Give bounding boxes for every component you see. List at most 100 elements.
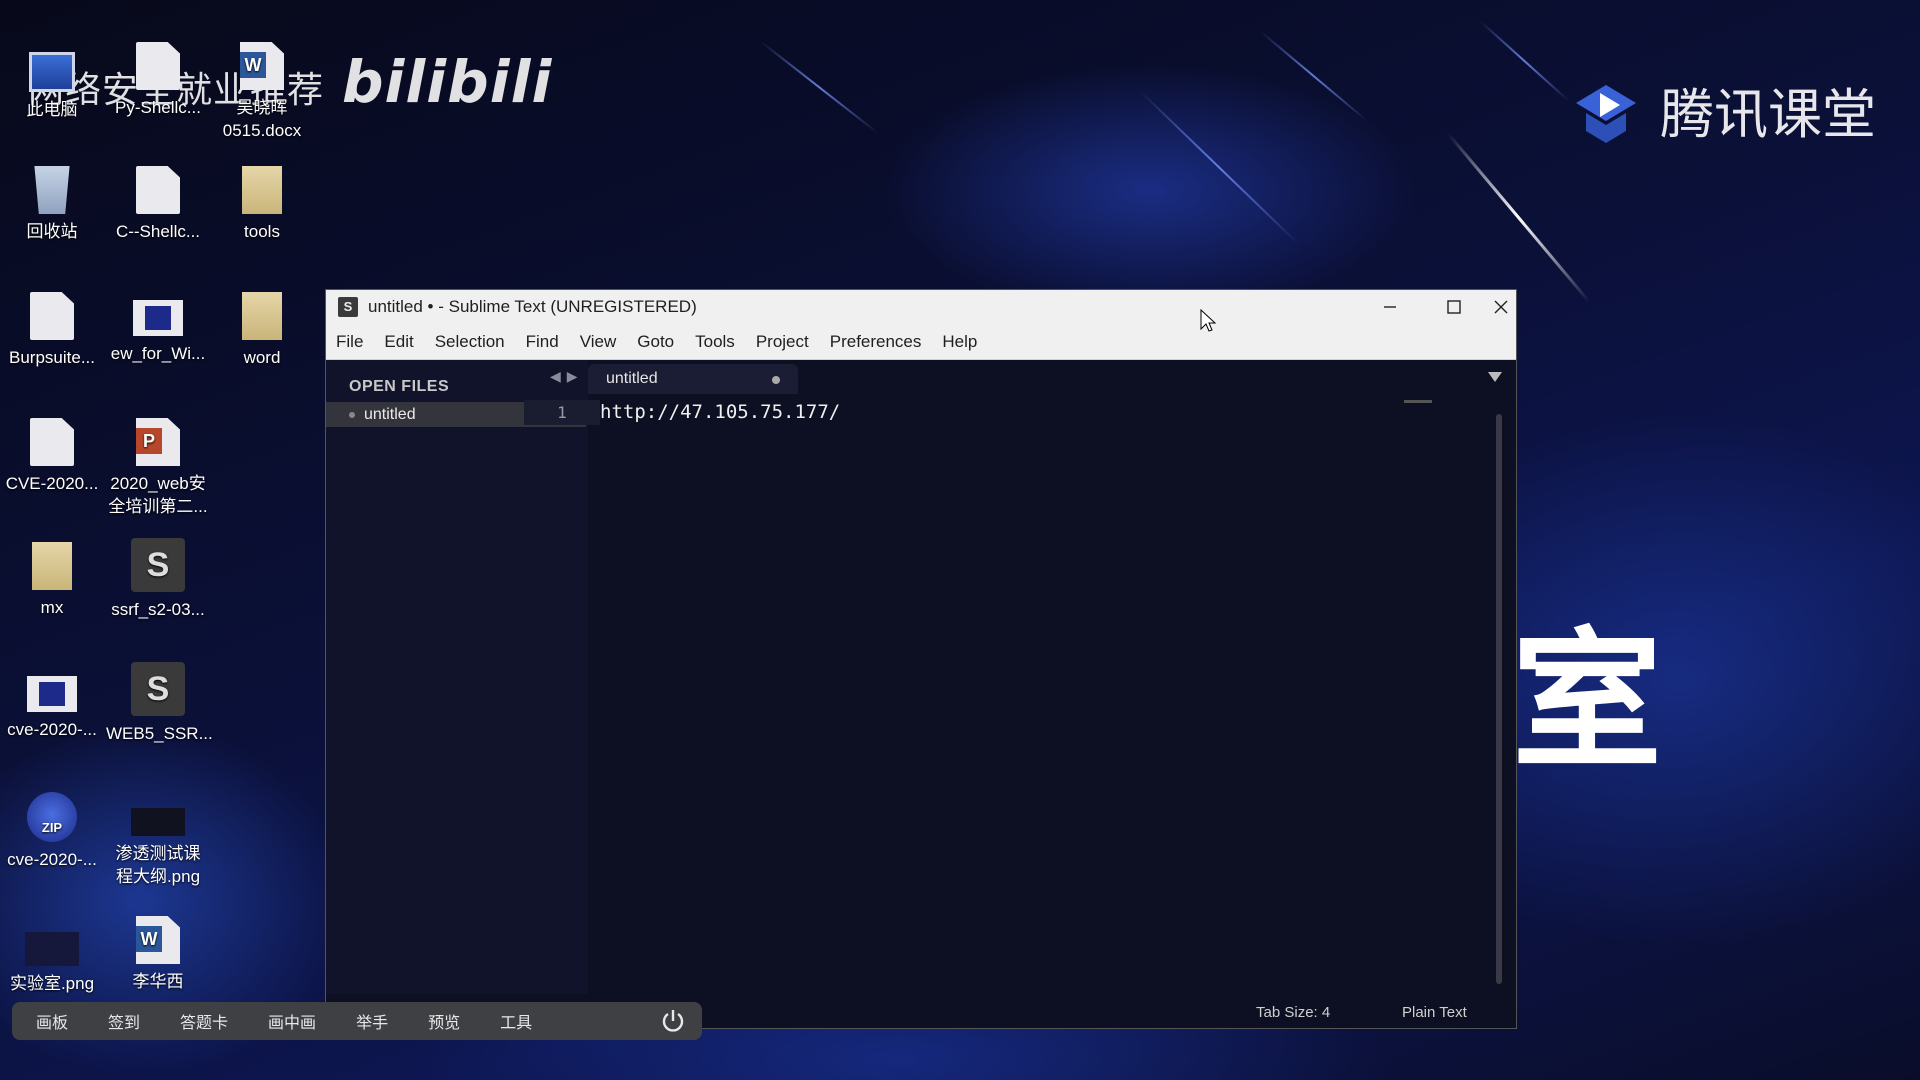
tab-nav-arrows-icon[interactable]: ◀▶: [550, 368, 584, 385]
desktop-icon-label: mx: [40, 598, 64, 617]
menu-bar: File Edit Selection Find View Goto Tools…: [326, 324, 1516, 360]
desktop-icon-word[interactable]: word: [210, 292, 314, 369]
toolbar-button-raise-hand[interactable]: 举手: [356, 1009, 388, 1033]
menu-file[interactable]: File: [336, 332, 363, 352]
sublime-file-icon: S: [131, 662, 185, 716]
desktop-icon-label: word: [243, 348, 281, 367]
desktop-icon-c-shellcode[interactable]: C--Shellc...: [106, 166, 210, 243]
file-icon: [136, 166, 180, 214]
tab-label: untitled: [606, 370, 658, 387]
desktop-icon-recycle-bin[interactable]: 回收站: [0, 166, 104, 243]
bilibili-logo: bilibili: [342, 48, 553, 116]
file-icon: [136, 42, 180, 90]
desktop-icon-label: tools: [244, 222, 280, 241]
desktop-icon-tools[interactable]: tools: [210, 166, 314, 243]
menu-goto[interactable]: Goto: [637, 332, 674, 352]
tab-untitled[interactable]: untitled: [588, 364, 798, 394]
open-files-header: OPEN FILES: [349, 378, 450, 395]
sublime-app-icon: S: [338, 297, 358, 317]
menu-selection[interactable]: Selection: [435, 332, 505, 352]
toolbar-button-signin[interactable]: 签到: [108, 1009, 140, 1033]
desktop-icon-label: ew_for_Wi...: [110, 344, 206, 363]
maximize-button[interactable]: [1422, 290, 1486, 324]
desktop-icon-cve-2020-zip[interactable]: ZIP cve-2020-...: [0, 792, 104, 871]
desktop-icon-docx[interactable]: 吴晓晖 0515.docx: [210, 42, 314, 142]
desktop-icon-label: ssrf_s2-03...: [111, 600, 205, 619]
tab-size-indicator[interactable]: Tab Size: 4: [1256, 1004, 1330, 1021]
close-button[interactable]: [1486, 290, 1516, 324]
vertical-scrollbar[interactable]: [1496, 414, 1502, 984]
light-streak: [1139, 90, 1299, 245]
light-streak: [1259, 30, 1368, 122]
desktop-icon-lab-png[interactable]: 实验室.png: [0, 920, 104, 995]
desktop-icon-label: Py-Shellc...: [115, 98, 201, 117]
desktop-icon-py-shellcode[interactable]: Py-Shellc...: [106, 42, 210, 119]
menu-preferences[interactable]: Preferences: [830, 332, 922, 352]
toolbar-button-preview[interactable]: 预览: [428, 1009, 460, 1033]
desktop-background: 网络安全就业推荐 bilibili 腾讯课堂 室 此电脑 Py-Shellc...…: [0, 0, 1920, 1080]
file-icon: [30, 418, 74, 466]
desktop-icon-word-doc[interactable]: 李华西: [106, 916, 210, 993]
desktop-icon-pentest-syllabus[interactable]: 渗透测试课 程大纲.png: [106, 792, 210, 888]
desktop-icon-ew-for-win[interactable]: ew_for_Wi...: [106, 292, 210, 365]
ppt-icon: [136, 418, 180, 466]
editor-area[interactable]: 1 http://47.105.75.177/: [524, 394, 1516, 994]
sublime-text-window[interactable]: S untitled • - Sublime Text (UNREGISTERE…: [326, 290, 1516, 1028]
light-streak: [759, 40, 879, 135]
window-title: untitled • - Sublime Text (UNREGISTERED): [368, 297, 697, 316]
desktop-icon-label: 渗透测试课 程大纲.png: [115, 844, 201, 886]
image-icon: [131, 808, 185, 836]
menu-find[interactable]: Find: [526, 332, 559, 352]
desktop-icon-label: Burpsuite...: [9, 348, 95, 367]
zip-icon: ZIP: [27, 792, 77, 842]
desktop-icon-burpsuite[interactable]: Burpsuite...: [0, 292, 104, 369]
menu-view[interactable]: View: [580, 332, 617, 352]
image-icon: [25, 932, 79, 966]
desktop-icon-label: 实验室.png: [9, 974, 95, 993]
tencent-classroom-watermark: 腾讯课堂: [1566, 70, 1876, 149]
mouse-cursor-icon: [1200, 309, 1216, 332]
desktop-icon-label: cve-2020-...: [7, 850, 97, 869]
toolbar-button-tools[interactable]: 工具: [500, 1009, 532, 1033]
toolbar-button-whiteboard[interactable]: 画板: [36, 1009, 68, 1033]
desktop-icon-mx[interactable]: mx: [0, 542, 104, 619]
toolbar-button-pip[interactable]: 画中画: [268, 1009, 316, 1033]
minimize-button[interactable]: [1358, 290, 1422, 324]
desktop-icon-web5-ssrf[interactable]: S WEB5_SSR...: [106, 662, 213, 745]
code-line[interactable]: http://47.105.75.177/: [600, 400, 840, 425]
desktop-icon-label: C--Shellc...: [115, 222, 201, 241]
blue-image-icon: [27, 676, 77, 712]
desktop-icon-ssrf[interactable]: S ssrf_s2-03...: [106, 538, 210, 621]
window-titlebar[interactable]: S untitled • - Sublime Text (UNREGISTERE…: [326, 290, 1516, 324]
desktop-icon-cve-2020[interactable]: CVE-2020...: [0, 418, 104, 495]
menu-project[interactable]: Project: [756, 332, 809, 352]
sidebar-file-label: untitled: [364, 406, 416, 423]
word-doc-icon: [240, 42, 284, 90]
background-glyph: 室: [1512, 615, 1663, 789]
sidebar: OPEN FILES untitled: [326, 360, 588, 1028]
folder-icon: [242, 292, 282, 340]
classroom-toolbar: 画板 签到 答题卡 画中画 举手 预览 工具: [12, 1002, 702, 1040]
desktop-icon-cve-2020-image[interactable]: cve-2020-...: [0, 668, 104, 741]
tencent-classroom-text: 腾讯课堂: [1660, 83, 1876, 146]
tab-bar: ◀▶ untitled: [550, 360, 1516, 394]
word-doc-icon: [136, 916, 180, 964]
desktop-icon-label: WEB5_SSR...: [106, 724, 213, 743]
folder-icon: [242, 166, 282, 214]
desktop-icon-web-training-ppt[interactable]: 2020_web安 全培训第二...: [106, 418, 210, 518]
menu-tools[interactable]: Tools: [695, 332, 735, 352]
minimap[interactable]: [1404, 400, 1432, 403]
minimize-icon: [1384, 306, 1396, 308]
menu-edit[interactable]: Edit: [384, 332, 413, 352]
desktop-icon-this-pc[interactable]: 此电脑: [0, 42, 104, 121]
light-streak: [1479, 20, 1570, 103]
desktop-icon-label: 李华西: [132, 972, 184, 991]
menu-help[interactable]: Help: [942, 332, 977, 352]
tab-dropdown-icon[interactable]: [1488, 372, 1502, 382]
file-dot-icon: [349, 411, 355, 418]
desktop-icon-label: 2020_web安 全培训第二...: [108, 474, 208, 516]
toolbar-button-answer-card[interactable]: 答题卡: [180, 1009, 228, 1033]
syntax-indicator[interactable]: Plain Text: [1402, 1004, 1467, 1021]
unsaved-dot-icon[interactable]: [772, 376, 780, 384]
power-icon[interactable]: [660, 1008, 686, 1034]
